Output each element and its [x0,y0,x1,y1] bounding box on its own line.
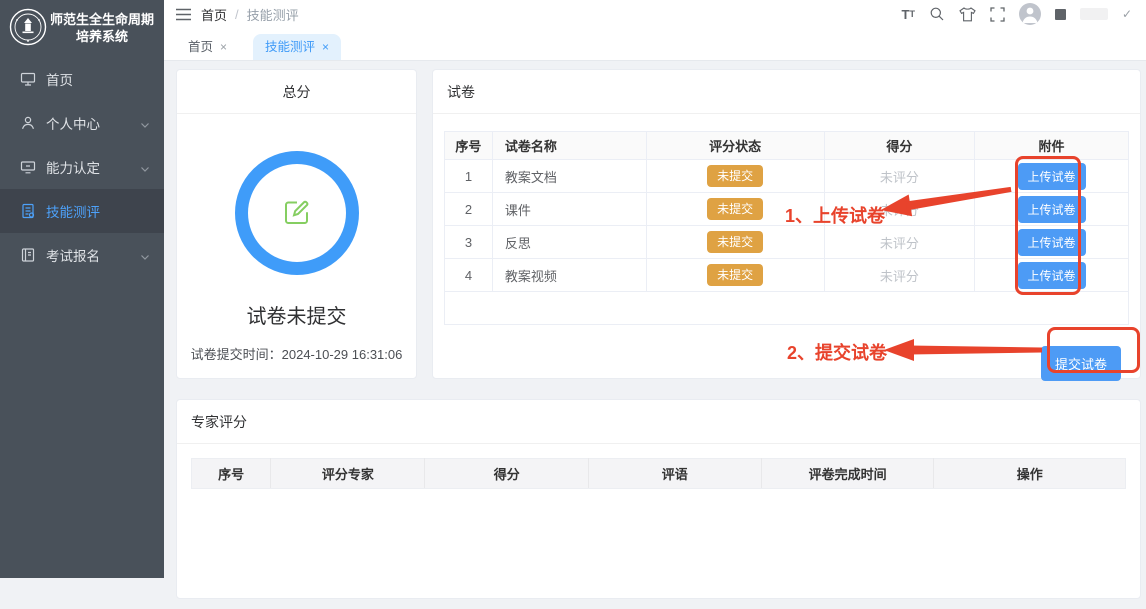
monitor-icon [20,159,36,175]
chevron-down-icon [140,250,150,260]
sidebar-item-skill-assessment[interactable]: 技能测评 [0,189,164,233]
app-square-icon [1055,9,1066,20]
registration-icon [20,247,36,263]
column-header: 评卷完成时间 [761,459,934,489]
home-icon [20,71,36,87]
score-ring [235,151,359,275]
sidebar-menu: 首页 个人中心 能力认定 [0,57,164,277]
tab-bar: 首页 × 技能测评 × [164,28,1146,61]
topbar: 首页 / 技能测评 TT ✓ [164,0,1146,28]
submit-papers-button[interactable]: 提交试卷 [1041,346,1121,381]
column-header: 得分 [425,459,588,489]
score-status-text: 试卷未提交 [177,300,416,329]
column-header: 序号 [445,132,493,160]
sidebar-item-ability[interactable]: 能力认定 [0,145,164,189]
sidebar-item-profile[interactable]: 个人中心 [0,101,164,145]
column-header: 评分状态 [646,132,824,160]
column-header: 评语 [588,459,761,489]
search-icon[interactable] [929,6,945,22]
row-index: 3 [445,226,493,259]
breadcrumb-home[interactable]: 首页 [201,5,227,24]
sidebar-item-exam-registration[interactable]: 考试报名 [0,233,164,277]
expert-scoring-card: 专家评分 序号 评分专家 得分 评语 评卷完成时间 操作 [176,399,1141,599]
column-header: 附件 [975,132,1129,160]
assessment-icon [20,203,36,219]
row-index: 4 [445,259,493,292]
app-logo-row: 师范生全生命周期 培养系统 [0,0,164,55]
user-icon [20,115,36,131]
paper-name: 课件 [492,193,646,226]
sidebar-item-label: 考试报名 [46,245,140,265]
status-badge: 未提交 [707,165,763,187]
status-badge: 未提交 [707,198,763,220]
main-area: 首页 / 技能测评 TT ✓ 首页 × [164,0,1146,578]
row-index: 1 [445,160,493,193]
empty-table-body [192,489,1126,609]
table-row: 4 教案视频 未提交 未评分 上传试卷 [445,259,1129,292]
tab-skill-assessment[interactable]: 技能测评 × [253,34,341,60]
edit-icon [282,197,312,230]
score-value: 未评分 [824,226,974,259]
score-value: 未评分 [824,160,974,193]
total-score-card: 总分 试卷未提交 试卷提交时间：2024-10-29 16:31:06 [176,69,417,379]
tab-label: 技能测评 [265,34,315,60]
upload-paper-button[interactable]: 上传试卷 [1018,262,1086,289]
score-value: 未评分 [824,193,974,226]
sidebar-item-label: 技能测评 [46,201,150,221]
column-header: 序号 [192,459,271,489]
papers-card: 试卷 序号 试卷名称 评分状态 得分 附件 [432,69,1141,379]
table-filler-row [445,292,1129,325]
column-header: 试卷名称 [492,132,646,160]
upload-paper-button[interactable]: 上传试卷 [1018,229,1086,256]
university-seal-icon [8,7,48,50]
expert-table: 序号 评分专家 得分 评语 评卷完成时间 操作 [191,458,1126,609]
paper-name: 教案文档 [492,160,646,193]
tab-close-icon[interactable]: × [322,34,329,60]
column-header: 操作 [934,459,1126,489]
check-icon: ✓ [1122,7,1132,21]
sidebar-item-label: 首页 [46,69,150,89]
tab-home[interactable]: 首页 × [176,34,239,60]
sidebar-item-home[interactable]: 首页 [0,57,164,101]
upload-paper-button[interactable]: 上传试卷 [1018,196,1086,223]
font-size-icon[interactable]: TT [901,7,914,22]
table-header-row: 序号 评分专家 得分 评语 评卷完成时间 操作 [192,459,1126,489]
content: 总分 试卷未提交 试卷提交时间：2024-10-29 16:31:06 试卷 [164,61,1146,599]
tab-label: 首页 [188,34,213,60]
theme-shirt-icon[interactable] [959,7,976,22]
sidebar-item-label: 能力认定 [46,157,140,177]
score-submit-time: 试卷提交时间：2024-10-29 16:31:06 [177,344,416,363]
row-index: 2 [445,193,493,226]
user-name-redacted [1080,8,1108,20]
avatar-icon[interactable] [1019,3,1041,25]
status-badge: 未提交 [707,264,763,286]
upload-paper-button[interactable]: 上传试卷 [1018,163,1086,190]
card-title: 专家评分 [177,400,1140,444]
papers-table: 序号 试卷名称 评分状态 得分 附件 1 教案文档 未提交 [444,131,1129,325]
table-row: 3 反思 未提交 未评分 上传试卷 [445,226,1129,259]
breadcrumb-separator: / [235,7,239,22]
card-title: 总分 [177,70,416,114]
status-badge: 未提交 [707,231,763,253]
chevron-down-icon [140,118,150,128]
fullscreen-icon[interactable] [990,7,1005,22]
table-row: 2 课件 未提交 未评分 上传试卷 [445,193,1129,226]
breadcrumb-current: 技能测评 [247,5,299,24]
chevron-down-icon [140,162,150,172]
paper-name: 反思 [492,226,646,259]
sidebar-item-label: 个人中心 [46,113,140,133]
table-header-row: 序号 试卷名称 评分状态 得分 附件 [445,132,1129,160]
app-title: 师范生全生命周期 培养系统 [48,11,156,45]
card-title: 试卷 [433,70,1140,114]
table-row: 1 教案文档 未提交 未评分 上传试卷 [445,160,1129,193]
tab-close-icon[interactable]: × [220,34,227,60]
column-header: 评分专家 [271,459,425,489]
column-header: 得分 [824,132,974,160]
sidebar: 师范生全生命周期 培养系统 首页 个人中心 [0,0,164,578]
hamburger-icon[interactable] [176,8,191,21]
breadcrumb: 首页 / 技能测评 [201,5,299,24]
paper-name: 教案视频 [492,259,646,292]
score-value: 未评分 [824,259,974,292]
